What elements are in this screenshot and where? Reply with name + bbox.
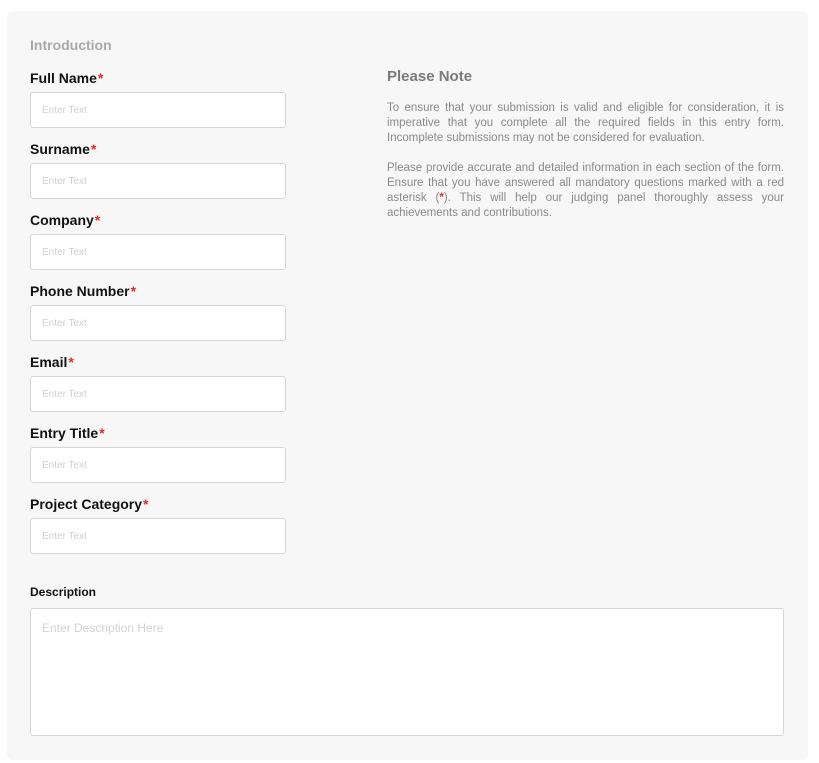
email-label: Email* [30, 354, 74, 370]
required-asterisk: * [90, 141, 97, 157]
required-asterisk: * [99, 425, 105, 441]
full-name-input[interactable] [30, 92, 286, 128]
note-paragraph-1: To ensure that your submission is valid … [387, 102, 784, 144]
field-surname: Surname* [30, 141, 286, 212]
entry-title-label: Entry Title* [30, 425, 105, 441]
field-phone-number: Phone Number* [30, 283, 286, 354]
field-company: Company* [30, 212, 286, 283]
project-category-input[interactable] [30, 518, 286, 554]
company-label: Company* [30, 212, 101, 228]
note-title: Please Note [387, 68, 473, 85]
note-paragraph-2: Please provide accurate and detailed inf… [387, 162, 784, 219]
full-name-label: Full Name* [30, 70, 104, 86]
email-input[interactable] [30, 376, 286, 412]
required-asterisk: * [97, 70, 104, 86]
required-asterisk: * [130, 283, 137, 299]
surname-input[interactable] [30, 163, 286, 199]
entry-form-card: Introduction Full Name* Surname* Company… [7, 11, 808, 760]
phone-number-label: Phone Number* [30, 283, 137, 299]
section-title: Introduction [30, 37, 112, 53]
required-asterisk: * [94, 212, 101, 228]
description-label: Description [30, 585, 97, 599]
field-email: Email* [30, 354, 286, 425]
please-note-panel: Please Note To ensure that your submissi… [387, 68, 784, 236]
required-asterisk: * [143, 496, 149, 512]
entry-title-input[interactable] [30, 447, 286, 483]
field-full-name: Full Name* [30, 70, 286, 141]
company-input[interactable] [30, 234, 286, 270]
form-fields: Full Name* Surname* Company* Phone Numbe… [30, 70, 286, 567]
surname-label: Surname* [30, 141, 97, 157]
required-asterisk: * [68, 354, 74, 370]
project-category-label: Project Category* [30, 496, 149, 512]
description-textarea[interactable] [30, 608, 784, 736]
phone-number-input[interactable] [30, 305, 286, 341]
field-entry-title: Entry Title* [30, 425, 286, 496]
field-project-category: Project Category* [30, 496, 286, 567]
